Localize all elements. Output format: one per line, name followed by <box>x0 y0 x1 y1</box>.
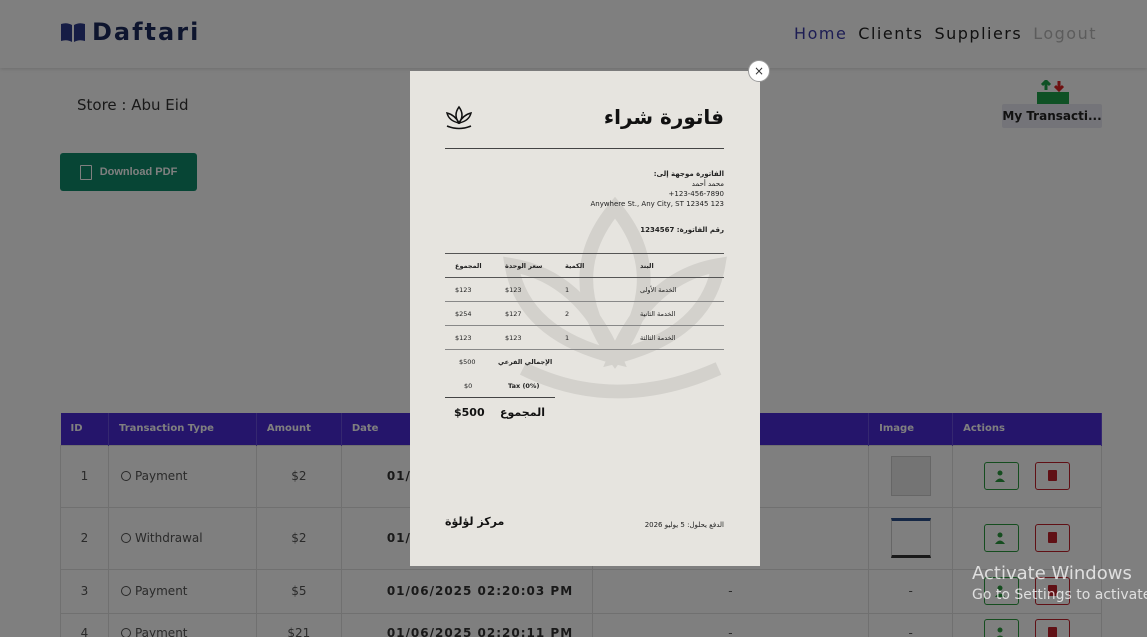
grand-total-label: المجموع <box>500 406 545 419</box>
subtotal-label: الإجمالي الفرعي <box>498 358 553 366</box>
due-date: الدفع يحلول: 5 يوليو 2026 <box>644 521 724 529</box>
bill-to-phone: 123-456-7890+ <box>668 190 724 198</box>
items-header-row: المجموع سعر الوحدة الكمية البند <box>445 253 724 278</box>
bill-to-name: محمد أحمد <box>691 180 724 188</box>
tax-value: $0 <box>464 382 473 390</box>
tax-label: Tax (0%) <box>508 382 540 390</box>
col-qty: الكمية <box>565 262 585 270</box>
invoice-item-row: $123 $123 1 الخدمة الثالثة <box>445 326 724 350</box>
invoice-title: فاتورة شراء <box>603 105 724 129</box>
col-unit-price: سعر الوحدة <box>505 262 543 270</box>
invoice-items-table: المجموع سعر الوحدة الكمية البند $123 $12… <box>445 253 724 350</box>
lotus-logo-icon <box>445 105 473 130</box>
invoice-item-row: $254 $127 2 الخدمة الثانية <box>445 302 724 326</box>
invoice-image-modal: فاتورة شراء الفاتورة موجهة إلى: محمد أحم… <box>410 71 760 566</box>
bill-to-heading: الفاتورة موجهة إلى: <box>653 170 724 178</box>
grand-total-value: $500 <box>454 406 485 419</box>
subtotal-value: $500 <box>459 358 476 366</box>
divider <box>445 148 724 149</box>
bill-to: الفاتورة موجهة إلى: محمد أحمد 123-456-78… <box>590 169 724 209</box>
activate-windows-title: Activate Windows <box>972 563 1132 584</box>
col-item: البند <box>640 262 654 270</box>
col-total: المجموع <box>455 262 482 270</box>
total-divider <box>445 397 555 398</box>
bill-to-address: Anywhere St., Any City, ST 12345 123 <box>590 200 724 208</box>
modal-close-button[interactable]: × <box>748 60 770 82</box>
invoice-number: رقم الفاتورة: 1234567 <box>640 226 724 234</box>
signature: مركز لؤلؤة <box>445 515 505 528</box>
invoice-item-row: $123 $123 1 الخدمة الأولى <box>445 278 724 302</box>
activate-windows-sub: Go to Settings to activate W <box>972 587 1147 603</box>
